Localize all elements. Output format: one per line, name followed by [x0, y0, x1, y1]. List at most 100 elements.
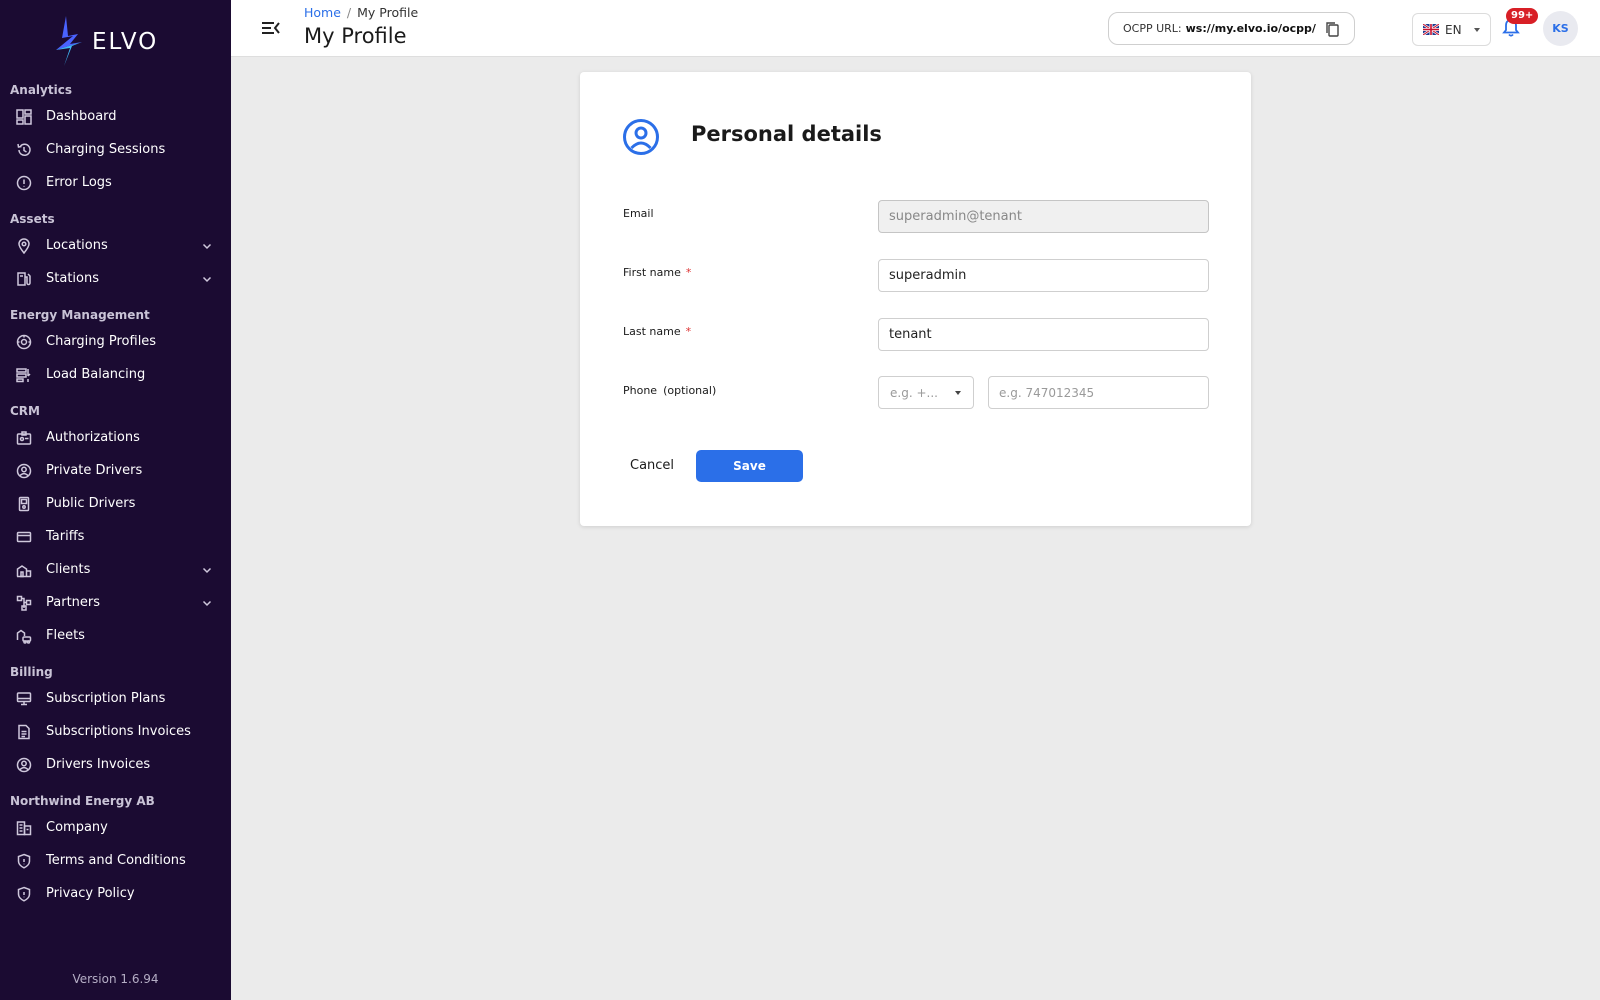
sidebar-item-charging-profiles[interactable]: Charging Profiles [0, 325, 231, 358]
sidebar-item-public-drivers[interactable]: Public Drivers [0, 487, 231, 520]
office-icon [15, 819, 32, 836]
menu-collapse-icon[interactable] [261, 18, 281, 38]
required-mark: * [685, 266, 692, 279]
card-icon [15, 528, 32, 545]
top-header: Home / My Profile My Profile OCPP URL: w… [231, 0, 1600, 57]
sidebar-section-title: Energy Management [10, 308, 150, 322]
sidebar-item-dashboard[interactable]: Dashboard [0, 100, 231, 133]
chevron-down-icon[interactable] [201, 564, 213, 576]
sidebar-item-label: Public Drivers [46, 496, 136, 511]
history-icon [15, 141, 32, 158]
cancel-button[interactable]: Cancel [630, 458, 674, 473]
sidebar-item-label: Authorizations [46, 430, 140, 445]
monitor-icon [15, 690, 32, 707]
sidebar-item-label: Drivers Invoices [46, 757, 151, 772]
notification-count-badge: 99+ [1506, 8, 1539, 24]
building-icon [15, 561, 32, 578]
sidebar-item-label: Dashboard [46, 109, 117, 124]
required-mark: * [685, 325, 692, 338]
sidebar-item-clients[interactable]: Clients [0, 553, 231, 586]
phone-label: Phone (optional) [623, 384, 716, 397]
chevron-down-icon[interactable] [201, 240, 213, 252]
phone-optional-text: (optional) [663, 384, 717, 397]
dashboard-icon [15, 108, 32, 125]
station-icon [15, 270, 32, 287]
sidebar-item-label: Company [46, 820, 108, 835]
sidebar-nav: Analytics Dashboard Charging Sessions Er… [0, 80, 231, 910]
sidebar-item-private-drivers[interactable]: Private Drivers [0, 454, 231, 487]
sidebar-item-label: Load Balancing [46, 367, 146, 382]
sidebar-section-title: Billing [10, 665, 53, 679]
sidebar-section-title: CRM [10, 404, 40, 418]
lightning-logo-icon [56, 16, 82, 66]
shield-icon [15, 885, 32, 902]
language-code: EN [1445, 22, 1462, 37]
sidebar-item-label: Error Logs [46, 175, 112, 190]
sidebar-item-label: Private Drivers [46, 463, 143, 478]
sidebar-item-subscription-plans[interactable]: Subscription Plans [0, 682, 231, 715]
document-icon [15, 723, 32, 740]
sidebar-item-authorizations[interactable]: Authorizations [0, 421, 231, 454]
sidebar-item-privacy-policy[interactable]: Privacy Policy [0, 877, 231, 910]
breadcrumb-home-link[interactable]: Home [304, 5, 341, 20]
app-version: Version 1.6.94 [72, 972, 159, 986]
ocpp-url-label: OCPP URL: [1123, 22, 1182, 35]
email-field [878, 200, 1209, 233]
user-avatar[interactable]: KS [1543, 11, 1578, 46]
sidebar-section-title: Northwind Energy AB [10, 794, 155, 808]
sidebar-item-label: Partners [46, 595, 101, 610]
breadcrumb-separator: / [346, 5, 352, 20]
map-pin-icon [15, 237, 32, 254]
last-name-label-text: Last name [623, 325, 681, 338]
sidebar-item-subscriptions-invoices[interactable]: Subscriptions Invoices [0, 715, 231, 748]
first-name-label: First name * [623, 266, 691, 279]
user-circle-icon [623, 119, 659, 155]
sidebar-item-label: Charging Sessions [46, 142, 166, 157]
sidebar-section-title: Analytics [10, 83, 72, 97]
network-icon [15, 594, 32, 611]
user-circle-icon [15, 462, 32, 479]
shield-icon [15, 852, 32, 869]
sidebar-item-label: Fleets [46, 628, 85, 643]
save-button[interactable]: Save [696, 450, 803, 482]
elvo-logo[interactable]: ELVO [56, 16, 158, 68]
last-name-label: Last name * [623, 325, 691, 338]
ocpp-url-box: OCPP URL: ws://my.elvo.io/ocpp/ [1108, 12, 1355, 45]
brand-name: ELVO [92, 29, 159, 55]
sidebar-item-label: Clients [46, 562, 91, 577]
email-label: Email [623, 207, 654, 220]
sidebar-item-label: Tariffs [46, 529, 85, 544]
sidebar-item-load-balancing[interactable]: Load Balancing [0, 358, 231, 391]
sidebar-item-label: Subscriptions Invoices [46, 724, 191, 739]
phone-number-field[interactable] [988, 376, 1209, 409]
sidebar-item-label: Charging Profiles [46, 334, 157, 349]
card-title: Personal details [691, 122, 882, 146]
sidebar-item-label: Subscription Plans [46, 691, 166, 706]
sidebar-item-fleets[interactable]: Fleets [0, 619, 231, 652]
chevron-down-icon[interactable] [201, 597, 213, 609]
first-name-field[interactable] [878, 259, 1209, 292]
copy-icon[interactable] [1324, 21, 1340, 37]
sidebar-item-tariffs[interactable]: Tariffs [0, 520, 231, 553]
caret-down-icon [955, 390, 961, 395]
user-circle-icon [15, 756, 32, 773]
language-selector[interactable]: EN [1412, 13, 1491, 46]
sidebar-item-partners[interactable]: Partners [0, 586, 231, 619]
sidebar-item-company[interactable]: Company [0, 811, 231, 844]
alert-circle-icon [15, 174, 32, 191]
badge-icon [15, 429, 32, 446]
last-name-field[interactable] [878, 318, 1209, 351]
personal-details-card: Personal details Email First name * Last … [580, 72, 1251, 526]
country-code-select[interactable]: e.g. +... [878, 376, 974, 409]
sidebar-item-stations[interactable]: Stations [0, 262, 231, 295]
sidebar-item-drivers-invoices[interactable]: Drivers Invoices [0, 748, 231, 781]
sidebar-item-charging-sessions[interactable]: Charging Sessions [0, 133, 231, 166]
page-title: My Profile [304, 24, 407, 48]
caret-down-icon [1474, 27, 1480, 32]
sidebar-item-error-logs[interactable]: Error Logs [0, 166, 231, 199]
device-icon [15, 495, 32, 512]
chevron-down-icon[interactable] [201, 273, 213, 285]
sidebar-item-locations[interactable]: Locations [0, 229, 231, 262]
sidebar-item-terms-and-conditions[interactable]: Terms and Conditions [0, 844, 231, 877]
ocpp-url-value: ws://my.elvo.io/ocpp/ [1185, 22, 1316, 35]
